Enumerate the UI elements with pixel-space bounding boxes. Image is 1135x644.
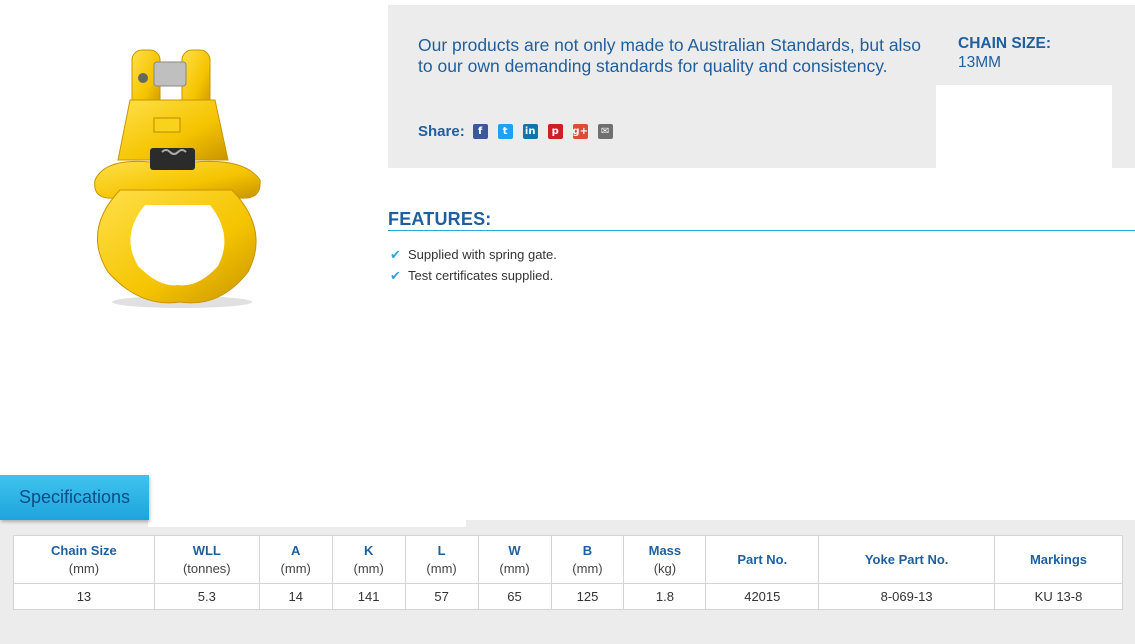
chain-size-block: CHAIN SIZE: 13MM bbox=[958, 35, 1051, 72]
pinterest-icon[interactable]: p bbox=[547, 124, 563, 139]
table-cell: 14 bbox=[258, 583, 333, 610]
feature-text: Test certificates supplied. bbox=[408, 268, 554, 283]
column-header: Yoke Part No. bbox=[818, 535, 996, 584]
features-divider bbox=[388, 230, 1135, 231]
product-intro-text: Our products are not only made to Austra… bbox=[418, 35, 921, 76]
tab-strip bbox=[148, 520, 466, 527]
table-cell: 125 bbox=[550, 583, 625, 610]
product-image bbox=[70, 40, 290, 315]
column-header: WLL (tonnes) bbox=[153, 535, 260, 584]
linkedin-icon[interactable]: in bbox=[522, 124, 538, 139]
table-cell: 5.3 bbox=[153, 583, 260, 610]
table-cell: 65 bbox=[477, 583, 552, 610]
table-cell: 141 bbox=[331, 583, 406, 610]
column-header: K (mm) bbox=[331, 535, 406, 584]
chain-size-value: 13MM bbox=[958, 54, 1002, 71]
table-row: 13 5.3 14 141 57 65 125 1.8 42015 8-069-… bbox=[13, 583, 1123, 610]
tab-specifications[interactable]: Specifications bbox=[0, 475, 149, 520]
google-plus-icon[interactable]: g+ bbox=[572, 124, 588, 139]
product-info-panel: Our products are not only made to Austra… bbox=[388, 5, 1135, 168]
share-label: Share: bbox=[418, 123, 465, 140]
table-header-row: Chain Size (mm) WLL (tonnes) A (mm) K (mm) L… bbox=[13, 535, 1123, 584]
column-header: L (mm) bbox=[404, 535, 479, 584]
column-header: W (mm) bbox=[477, 535, 552, 584]
facebook-icon[interactable]: f bbox=[472, 124, 488, 139]
column-header: Markings bbox=[994, 535, 1123, 584]
table-cell: 1.8 bbox=[623, 583, 707, 610]
share-bar: Share: f t in p g+ ✉ bbox=[418, 123, 623, 140]
blank-panel bbox=[936, 85, 1112, 168]
column-header: Chain Size (mm) bbox=[13, 535, 155, 584]
table-cell: KU 13-8 bbox=[994, 583, 1123, 610]
chain-size-label: CHAIN SIZE: bbox=[958, 35, 1051, 52]
column-header: B (mm) bbox=[550, 535, 625, 584]
list-item: ✔ Supplied with spring gate. bbox=[390, 244, 557, 265]
table-cell: 57 bbox=[404, 583, 479, 610]
table-cell: 13 bbox=[13, 583, 155, 610]
email-icon[interactable]: ✉ bbox=[597, 124, 613, 139]
check-icon: ✔ bbox=[390, 267, 401, 283]
column-header: A (mm) bbox=[258, 535, 333, 584]
features-title: FEATURES: bbox=[388, 209, 492, 229]
feature-text: Supplied with spring gate. bbox=[408, 247, 557, 262]
check-icon: ✔ bbox=[390, 246, 401, 262]
table-cell: 42015 bbox=[705, 583, 820, 610]
features-list: ✔ Supplied with spring gate. ✔ Test cert… bbox=[390, 244, 557, 286]
list-item: ✔ Test certificates supplied. bbox=[390, 265, 557, 286]
specifications-table: Chain Size (mm) WLL (tonnes) A (mm) K (mm) L… bbox=[13, 535, 1123, 610]
column-header: Mass (kg) bbox=[623, 535, 707, 584]
table-cell: 8-069-13 bbox=[818, 583, 996, 610]
column-header: Part No. bbox=[705, 535, 820, 584]
twitter-icon[interactable]: t bbox=[497, 124, 513, 139]
